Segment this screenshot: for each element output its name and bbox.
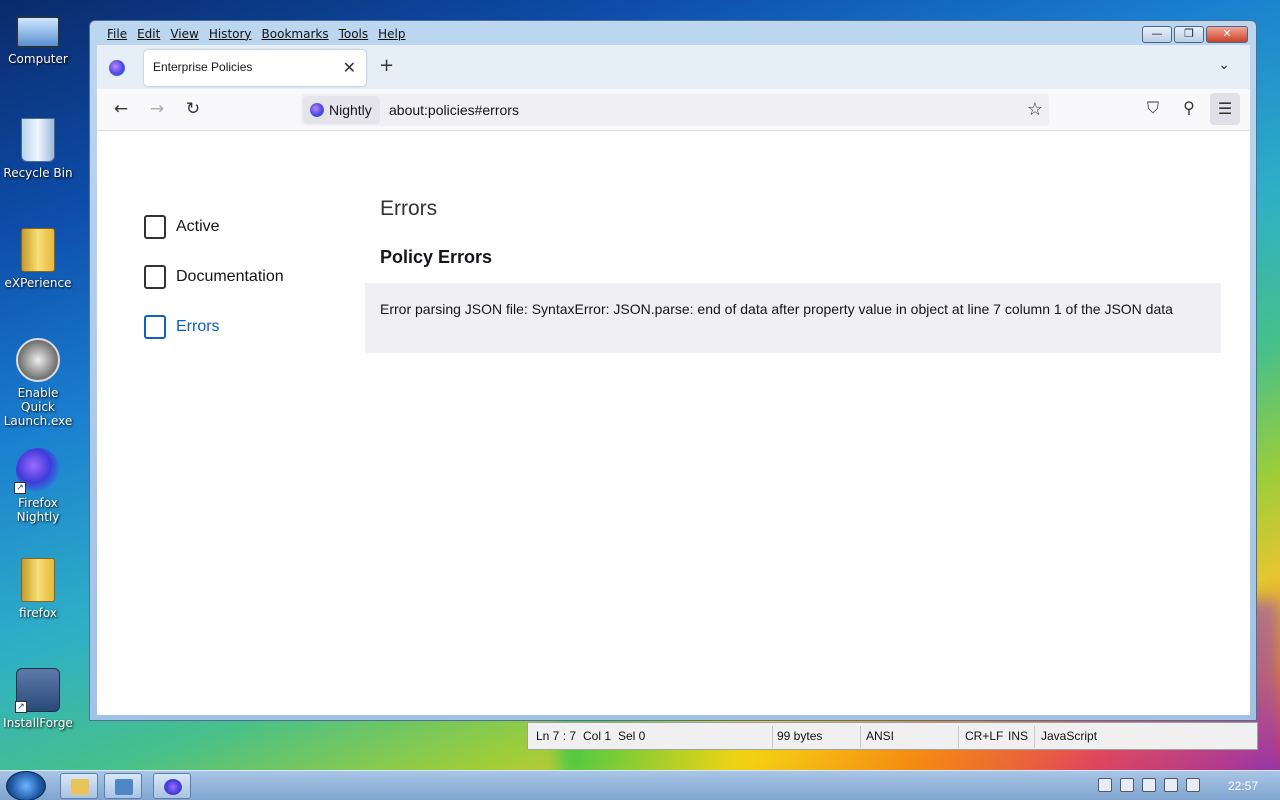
sidebar-item-label: Active: [176, 218, 220, 235]
menu-edit[interactable]: Edit: [132, 24, 165, 44]
reload-button[interactable]: ↻: [182, 99, 204, 119]
taskbar-explorer-button[interactable]: [60, 773, 98, 799]
identity-label: Nightly: [329, 102, 372, 118]
firefox-view-icon[interactable]: [109, 60, 125, 76]
desktop-icon-recycle-bin[interactable]: Recycle Bin: [0, 118, 76, 180]
taskbar-nightly-button[interactable]: [153, 773, 191, 799]
status-language: JavaScript: [1041, 729, 1098, 743]
page-content: Active Documentation Errors Errors Polic…: [97, 131, 1250, 715]
status-position: Ln 7 : 7: [536, 729, 577, 743]
shortcut-arrow-icon: ↗: [15, 701, 27, 713]
list-all-tabs-button[interactable]: ⌄: [1218, 57, 1230, 73]
bookmark-star-icon[interactable]: ☆: [1027, 99, 1043, 120]
network-icon[interactable]: [1164, 778, 1178, 792]
browser-window: File Edit View History Bookmarks Tools H…: [89, 20, 1257, 721]
shortcut-arrow-icon: ↗: [14, 482, 26, 494]
volume-muted-icon[interactable]: [1186, 778, 1200, 792]
desktop-icon-label: Computer: [8, 52, 68, 66]
app-menu-button[interactable]: ☰: [1210, 93, 1240, 125]
menu-help[interactable]: Help: [373, 24, 410, 44]
tab-title: Enterprise Policies: [153, 60, 253, 74]
tab-bar: Enterprise Policies ✕ + ⌄: [97, 45, 1250, 89]
tab-enterprise-policies[interactable]: Enterprise Policies ✕: [144, 50, 366, 86]
taskbar-app-button[interactable]: [104, 773, 142, 799]
status-mode: INS: [1008, 729, 1029, 743]
desktop-icon-label: Enable Quick Launch.exe: [3, 386, 73, 428]
restore-button[interactable]: ❐: [1174, 26, 1204, 43]
recycle-bin-icon: [21, 118, 55, 162]
menu-history[interactable]: History: [204, 24, 257, 44]
new-tab-button[interactable]: +: [379, 55, 394, 76]
clipboard-check-icon: [144, 215, 166, 239]
status-divider: [860, 726, 861, 748]
desktop-icon-label: Recycle Bin: [3, 166, 73, 180]
section-title: Policy Errors: [380, 247, 493, 267]
desktop-icon-label: firefox: [19, 606, 57, 620]
back-button[interactable]: ←: [110, 99, 132, 119]
status-sel: Sel 0: [618, 729, 646, 743]
menu-tools[interactable]: Tools: [334, 24, 374, 44]
close-window-button[interactable]: ✕: [1206, 26, 1248, 43]
firefox-nightly-icon: ↗: [14, 448, 60, 494]
error-message: Error parsing JSON file: SyntaxError: JS…: [365, 283, 1221, 353]
desktop-icon-computer[interactable]: Computer: [0, 10, 76, 66]
document-icon[interactable]: [1098, 778, 1112, 792]
sidebar-item-documentation[interactable]: Documentation: [144, 265, 284, 289]
clipboard-warning-icon: [144, 315, 166, 339]
menu-view[interactable]: View: [165, 24, 203, 44]
folder-icon: [21, 558, 55, 602]
desktop-icon-firefox-nightly[interactable]: ↗ Firefox Nightly: [0, 448, 76, 524]
status-encoding: ANSI: [866, 729, 895, 743]
tab-close-icon[interactable]: ✕: [343, 58, 356, 77]
page-title: Errors: [380, 197, 438, 220]
desktop-icon-enable-quick-launch[interactable]: Enable Quick Launch.exe: [0, 338, 76, 428]
menu-bar: File Edit View History Bookmarks Tools H…: [102, 24, 411, 44]
forward-button[interactable]: →: [146, 99, 168, 119]
status-size: 99 bytes: [777, 729, 823, 743]
sidebar-item-errors[interactable]: Errors: [144, 315, 220, 339]
sidebar-item-label: Documentation: [176, 268, 284, 285]
installforge-icon: ↗: [15, 668, 60, 713]
taskbar-clock[interactable]: 22:57: [1228, 779, 1258, 793]
status-divider: [1034, 726, 1035, 748]
system-tray: [1098, 778, 1200, 792]
desktop-icon-experience[interactable]: eXPerience: [0, 228, 76, 290]
status-col: Col 1: [583, 729, 612, 743]
folder-icon: [71, 779, 89, 795]
extensions-icon[interactable]: ⚲: [1177, 98, 1201, 117]
menu-bookmarks[interactable]: Bookmarks: [257, 24, 334, 44]
desktop-icon-installforge[interactable]: ↗ InstallForge: [0, 668, 76, 730]
menu-file[interactable]: File: [102, 24, 132, 44]
folder-icon: [21, 228, 55, 272]
url-text[interactable]: about:policies#errors: [389, 102, 519, 118]
window-controls: — ❐ ✕: [1142, 26, 1248, 43]
identity-box[interactable]: Nightly: [303, 96, 380, 124]
security-icon[interactable]: [1120, 778, 1134, 792]
pocket-icon[interactable]: ⛉: [1141, 98, 1165, 118]
quick-launch-icon: [16, 338, 60, 382]
flag-icon[interactable]: [1142, 778, 1156, 792]
desktop-icon-label: InstallForge: [3, 716, 73, 730]
desktop-icon-firefox-folder[interactable]: firefox: [0, 558, 76, 620]
nav-bar: ← → ↻ Nightly about:policies#errors ☆ ⛉ …: [97, 89, 1250, 131]
taskbar: 22:57: [0, 770, 1280, 800]
status-divider: [958, 726, 959, 748]
url-bar[interactable]: Nightly about:policies#errors ☆: [301, 94, 1049, 126]
window-icon: [115, 779, 133, 795]
sidebar-item-active[interactable]: Active: [144, 215, 220, 239]
editor-status-bar: Ln 7 : 7 Col 1 Sel 0 99 bytes ANSI CR+LF…: [527, 722, 1258, 750]
desktop-icon-label: Firefox Nightly: [16, 496, 60, 524]
status-eol: CR+LF: [965, 729, 1004, 743]
clipboard-question-icon: [144, 265, 166, 289]
computer-icon: [16, 16, 60, 48]
start-button[interactable]: [6, 771, 46, 800]
desktop-icon-label: eXPerience: [4, 276, 72, 290]
nightly-logo-icon: [310, 103, 324, 117]
sidebar-item-label: Errors: [176, 318, 220, 335]
minimize-button[interactable]: —: [1142, 26, 1172, 43]
firefox-nightly-icon: [164, 779, 182, 795]
status-divider: [772, 726, 773, 748]
